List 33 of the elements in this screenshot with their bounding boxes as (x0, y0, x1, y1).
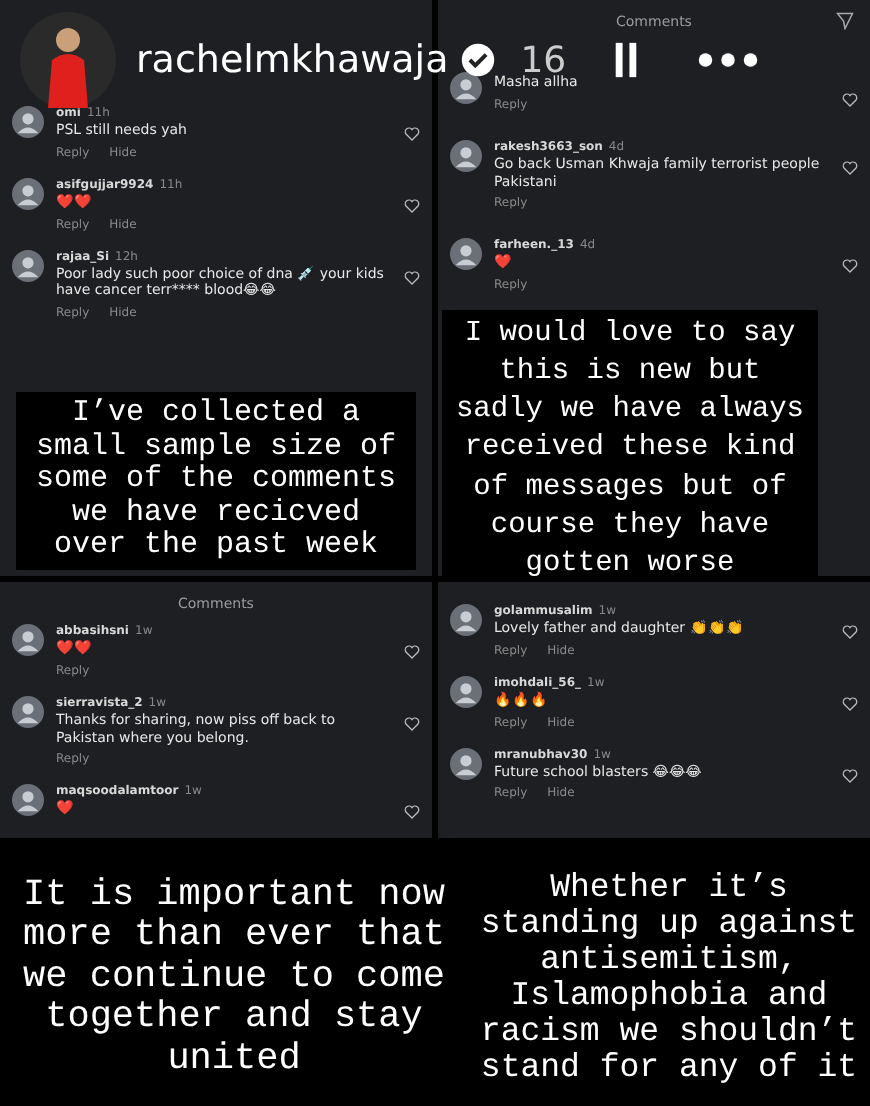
verified-badge-icon (460, 42, 497, 78)
story-caption: I’ve collected a small sample size of some of the comments we have recicved over the past week (16, 392, 416, 569)
like-heart-icon[interactable] (404, 197, 420, 214)
like-heart-icon[interactable] (842, 767, 858, 783)
avatar-icon (450, 238, 482, 271)
avatar-icon (12, 784, 44, 817)
avatar-icon (12, 106, 44, 138)
like-heart-icon[interactable] (404, 715, 420, 732)
like-heart-icon[interactable] (404, 269, 420, 285)
like-heart-icon[interactable] (404, 126, 420, 142)
more-options-icon[interactable] (698, 52, 759, 68)
like-heart-icon[interactable] (842, 92, 858, 108)
avatar-icon (450, 139, 482, 172)
avatar-icon (450, 747, 482, 779)
avatar-icon (12, 695, 44, 728)
profile-avatar-icon[interactable] (20, 12, 116, 108)
avatar-icon (12, 177, 44, 210)
avatar-icon (12, 249, 44, 281)
like-heart-icon[interactable] (404, 644, 420, 660)
story-caption: I would love to say this is new but sadly we have always received these kind of messages but of course they have gotten worse (442, 310, 818, 576)
like-heart-icon[interactable] (842, 258, 858, 275)
like-heart-icon[interactable] (404, 804, 420, 821)
story-caption: It is important now more than ever that we continue to come together and stay united (0, 844, 468, 1106)
like-heart-icon[interactable] (842, 159, 858, 176)
like-heart-icon[interactable] (842, 695, 858, 712)
story-caption: Whether it’s standing up against antisemitism, Islamophobia and racism we shouldn’t stand for any of it (468, 844, 870, 1106)
like-heart-icon[interactable] (842, 624, 858, 640)
avatar-icon (12, 624, 44, 656)
story-username[interactable]: rachelmkhawaja (136, 38, 449, 82)
pause-icon[interactable] (614, 40, 639, 80)
avatar-icon (450, 72, 482, 104)
avatar-icon (450, 675, 482, 708)
avatar-icon (450, 604, 482, 636)
